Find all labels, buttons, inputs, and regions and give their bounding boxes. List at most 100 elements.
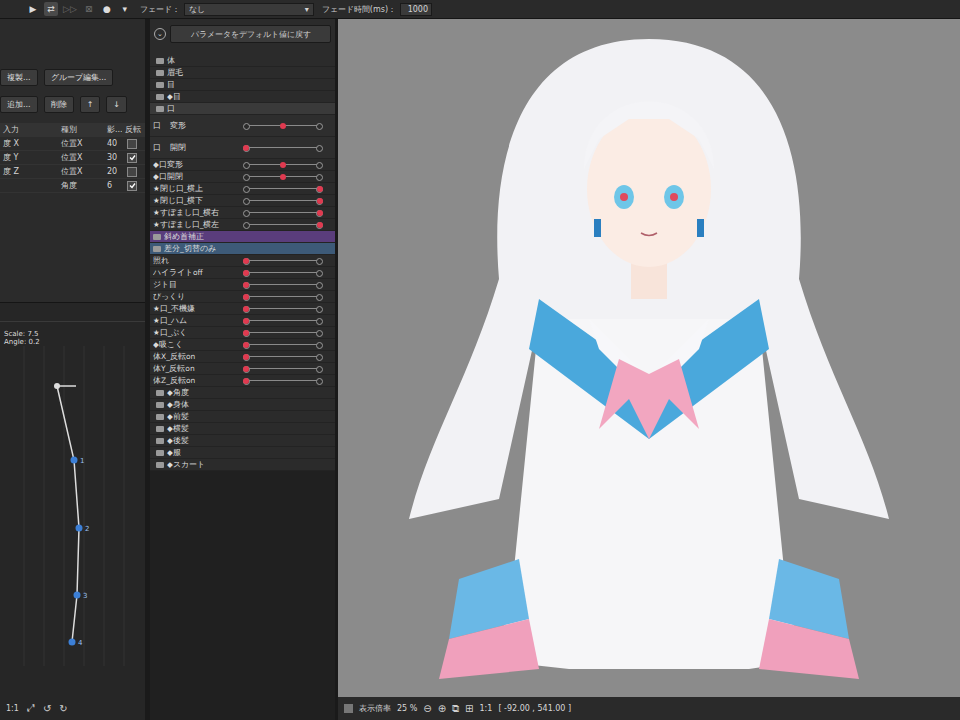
parameter-row[interactable]: ジト目 (150, 279, 335, 291)
zoom-reset[interactable]: 1:1 (6, 704, 19, 713)
keyform-parameter-row[interactable]: 口開閉 (150, 137, 335, 159)
folder-row[interactable]: ◆角度 (150, 387, 335, 399)
slider-handle[interactable] (280, 174, 286, 180)
parameter-slider[interactable] (243, 281, 323, 289)
parameter-row[interactable]: ★すぼまし口_横左 (150, 219, 335, 231)
slider-handle[interactable] (243, 354, 249, 360)
playback-control[interactable]: ▷▷ (62, 2, 78, 16)
folder-row[interactable]: 体 (150, 55, 335, 67)
slider-handle[interactable] (280, 123, 286, 129)
parameter-row[interactable]: びっくり (150, 291, 335, 303)
slider-handle[interactable] (243, 330, 249, 336)
table-row[interactable]: 角度6 (0, 179, 145, 193)
view-tool-icon[interactable]: ⊖ (423, 703, 431, 714)
parameter-slider[interactable] (243, 144, 323, 152)
table-row[interactable]: 度 Z位置X20 (0, 165, 145, 179)
slider-handle[interactable] (280, 162, 286, 168)
parameter-slider[interactable] (243, 317, 323, 325)
panel-button[interactable]: 追加... (0, 96, 38, 113)
view-tool-icon[interactable]: ⊞ (465, 703, 473, 714)
parameter-slider[interactable] (243, 257, 323, 265)
parameter-row[interactable]: ◆口開閉 (150, 171, 335, 183)
folder-row[interactable]: ◆後髪 (150, 435, 335, 447)
parameter-row[interactable]: ★口_ハム (150, 315, 335, 327)
slider-handle[interactable] (243, 342, 249, 348)
tool-icon[interactable]: ↻ (59, 703, 67, 714)
playback-control[interactable]: ● (100, 2, 114, 16)
parameter-row[interactable]: ★閉じ口_横上 (150, 183, 335, 195)
invert-checkbox[interactable] (127, 139, 137, 149)
slider-handle[interactable] (317, 222, 323, 228)
invert-checkbox[interactable] (127, 181, 137, 191)
folder-row[interactable]: ◆服 (150, 447, 335, 459)
parameter-slider[interactable] (243, 353, 323, 361)
table-row[interactable]: 度 Y位置X30 (0, 151, 145, 165)
slider-handle[interactable] (243, 258, 249, 264)
parameter-row[interactable]: 体X_反転on (150, 351, 335, 363)
playback-control[interactable]: ▾ (118, 2, 132, 16)
folder-row[interactable]: 眉毛 (150, 67, 335, 79)
slider-handle[interactable] (243, 306, 249, 312)
slider-handle[interactable] (317, 186, 323, 192)
parameter-row[interactable]: ★すぼまし口_横右 (150, 207, 335, 219)
panel-button[interactable]: 複製... (0, 69, 38, 86)
parameter-slider[interactable] (243, 269, 323, 277)
view-tool-icon[interactable]: ⧉ (452, 703, 459, 715)
model-view[interactable] (338, 19, 960, 697)
parameter-slider[interactable] (243, 161, 323, 169)
slider-handle[interactable] (243, 282, 249, 288)
parameter-slider[interactable] (243, 377, 323, 385)
parameter-slider[interactable] (243, 221, 323, 229)
keyform-parameter-row[interactable]: 口変形 (150, 115, 335, 137)
parameter-row[interactable]: ハイライトoff (150, 267, 335, 279)
folder-row[interactable]: ◆前髪 (150, 411, 335, 423)
playback-control[interactable]: ⇄ (44, 2, 58, 16)
reset-parameters-button[interactable]: パラメータをデフォルト値に戻す (170, 25, 331, 43)
invert-checkbox[interactable] (127, 153, 137, 163)
parameter-row[interactable]: 体Y_反転on (150, 363, 335, 375)
folder-row[interactable]: ◆身体 (150, 399, 335, 411)
panel-button[interactable]: 削除 (44, 96, 74, 113)
parameter-slider[interactable] (243, 185, 323, 193)
folder-row[interactable]: ◆目 (150, 91, 335, 103)
tool-icon[interactable]: ↺ (43, 703, 51, 714)
view-tool-icon[interactable]: ⊕ (438, 703, 446, 714)
parameter-slider[interactable] (243, 341, 323, 349)
parameter-slider[interactable] (243, 173, 323, 181)
parameter-slider[interactable] (243, 305, 323, 313)
collapse-icon[interactable]: ⌄ (154, 28, 166, 40)
panel-button[interactable]: ↓ (106, 96, 127, 113)
slider-handle[interactable] (243, 318, 249, 324)
panel-button[interactable]: グループ編集... (44, 69, 114, 86)
slider-handle[interactable] (243, 366, 249, 372)
slider-handle[interactable] (243, 378, 249, 384)
parameter-slider[interactable] (243, 365, 323, 373)
slider-handle[interactable] (243, 145, 249, 151)
slider-handle[interactable] (317, 210, 323, 216)
zoom-checkbox[interactable] (344, 704, 353, 713)
playback-control[interactable]: ⊠ (82, 2, 96, 16)
zoom-value[interactable]: 25 % (397, 704, 417, 713)
slider-handle[interactable] (317, 198, 323, 204)
parameter-row[interactable]: 体Z_反転on (150, 375, 335, 387)
folder-row[interactable]: 口 (150, 103, 335, 115)
parameter-row[interactable]: 照れ (150, 255, 335, 267)
invert-checkbox[interactable] (127, 167, 137, 177)
group-row[interactable]: 差分_切替のみ (150, 243, 335, 255)
folder-row[interactable]: 目 (150, 79, 335, 91)
parameter-row[interactable]: ◆吸こく (150, 339, 335, 351)
fade-time-input[interactable]: 1000 (400, 3, 432, 16)
parameter-row[interactable]: ★口_ぷく (150, 327, 335, 339)
table-row[interactable]: 度 X位置X40 (0, 137, 145, 151)
parameter-row[interactable]: ◆口変形 (150, 159, 335, 171)
slider-handle[interactable] (243, 270, 249, 276)
parameter-row[interactable]: ★口_不機嫌 (150, 303, 335, 315)
fade-select[interactable]: なし▾ (184, 3, 314, 16)
folder-row[interactable]: ◆横髪 (150, 423, 335, 435)
parameter-slider[interactable] (243, 293, 323, 301)
slider-handle[interactable] (243, 294, 249, 300)
panel-button[interactable]: ↑ (80, 96, 101, 113)
fit-button[interactable]: 1:1 (480, 704, 493, 713)
parameter-slider[interactable] (243, 197, 323, 205)
parameter-slider[interactable] (243, 209, 323, 217)
